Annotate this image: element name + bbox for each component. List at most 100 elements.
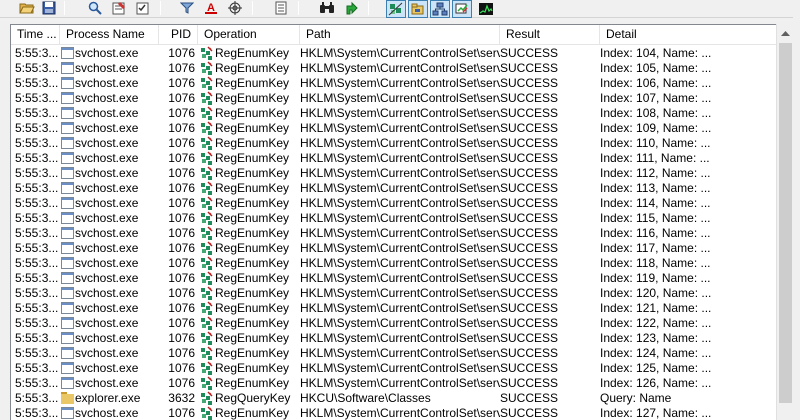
table-row[interactable]: 5:55:3... svchost.exe 1076 RegEnumKey HKLM\S… (11, 181, 776, 196)
cell-operation: RegEnumKey (199, 406, 299, 420)
table-row[interactable]: 5:55:3... svchost.exe 1076 RegEnumKey HKLM\S… (11, 136, 776, 151)
column-operation[interactable]: Operation (198, 25, 300, 45)
vertical-scrollbar[interactable] (776, 24, 793, 420)
column-result[interactable]: Result (500, 25, 600, 45)
registry-operation-icon (199, 196, 214, 211)
binoculars-icon[interactable] (318, 0, 336, 16)
column-detail[interactable]: Detail (600, 25, 776, 45)
column-path[interactable]: Path (300, 25, 500, 45)
cell-path: HKLM\System\CurrentControlSet\servic... (300, 76, 500, 90)
cell-detail: Index: 104, Name: ... (600, 46, 712, 60)
cell-process: svchost.exe (61, 136, 159, 151)
cell-path: HKLM\System\CurrentControlSet\servic... (300, 241, 500, 255)
cell-path: HKLM\System\CurrentControlSet\servic... (300, 181, 500, 195)
cell-operation: RegEnumKey (199, 196, 299, 211)
target-crosshair-icon[interactable] (226, 0, 244, 16)
table-row[interactable]: 5:55:3... svchost.exe 1076 RegEnumKey HKLM\S… (11, 376, 776, 391)
table-row[interactable]: 5:55:3... svchost.exe 1076 RegEnumKey HKLM\S… (11, 106, 776, 121)
highlight-text-icon[interactable]: A (202, 0, 220, 16)
table-row[interactable]: 5:55:3... svchost.exe 1076 RegEnumKey HKLM\S… (11, 76, 776, 91)
cell-detail: Index: 109, Name: ... (600, 121, 712, 135)
cell-operation: RegEnumKey (199, 91, 299, 106)
cell-process: svchost.exe (61, 121, 159, 136)
show-profiling-icon[interactable] (476, 0, 496, 18)
operation-name: RegEnumKey (215, 211, 290, 225)
show-network-icon[interactable] (430, 0, 450, 18)
process-name: svchost.exe (75, 271, 139, 285)
find-icon[interactable] (86, 0, 104, 16)
table-row[interactable]: 5:55:3... svchost.exe 1076 RegEnumKey HKLM\S… (11, 241, 776, 256)
cell-pid: 3632 (168, 391, 195, 405)
highlight-icon[interactable] (110, 0, 128, 16)
table-row[interactable]: 5:55:3... svchost.exe 1076 RegEnumKey HKLM\S… (11, 226, 776, 241)
table-row[interactable]: 5:55:3... svchost.exe 1076 RegEnumKey HKLM\S… (11, 316, 776, 331)
cell-process: svchost.exe (61, 211, 159, 226)
table-row[interactable]: 5:55:3... svchost.exe 1076 RegEnumKey HKLM\S… (11, 211, 776, 226)
cell-result: SUCCESS (500, 241, 559, 255)
table-row[interactable]: 5:55:3... svchost.exe 1076 RegEnumKey HKLM\S… (11, 271, 776, 286)
open-folder-icon[interactable] (18, 0, 36, 16)
cell-detail: Index: 125, Name: ... (600, 361, 712, 375)
show-registry-icon[interactable] (386, 0, 406, 18)
column-pid[interactable]: PID (159, 25, 198, 45)
table-row[interactable]: 5:55:3... svchost.exe 1076 RegEnumKey HKLM\S… (11, 346, 776, 361)
service-process-icon (61, 62, 74, 74)
properties-icon[interactable] (134, 0, 152, 16)
table-row[interactable]: 5:55:3... svchost.exe 1076 RegEnumKey HKLM\S… (11, 121, 776, 136)
filter-icon[interactable] (178, 0, 196, 16)
table-row[interactable]: 5:55:3... svchost.exe 1076 RegEnumKey HKLM\S… (11, 46, 776, 61)
cell-path: HKLM\System\CurrentControlSet\servic... (300, 301, 500, 315)
show-process-icon[interactable] (452, 0, 472, 18)
explorer-folder-icon (61, 392, 74, 404)
scroll-up-arrow-icon[interactable] (777, 24, 794, 41)
toolbar: A (0, 0, 800, 18)
cell-time: 5:55:3... (15, 46, 59, 60)
table-row[interactable]: 5:55:3... svchost.exe 1076 RegEnumKey HKLM\S… (11, 196, 776, 211)
column-process-name[interactable]: Process Name (60, 25, 159, 45)
table-row[interactable]: 5:55:3... svchost.exe 1076 RegEnumKey HKLM\S… (11, 166, 776, 181)
cell-time: 5:55:3... (15, 196, 59, 210)
cell-detail: Index: 114, Name: ... (600, 196, 711, 210)
cell-time: 5:55:3... (15, 316, 59, 330)
table-row[interactable]: 5:55:3... svchost.exe 1076 RegEnumKey HKLM\S… (11, 331, 776, 346)
window-edge (793, 0, 800, 420)
cell-result: SUCCESS (500, 61, 559, 75)
cell-time: 5:55:3... (15, 151, 59, 165)
event-properties-icon[interactable] (272, 0, 290, 16)
registry-operation-icon (199, 91, 214, 106)
table-row[interactable]: 5:55:3... svchost.exe 1076 RegEnumKey HKLM\S… (11, 91, 776, 106)
cell-path: HKLM\System\CurrentControlSet\servic... (300, 406, 500, 420)
table-row[interactable]: 5:55:3... svchost.exe 1076 RegEnumKey HKLM\S… (11, 61, 776, 76)
cell-process: svchost.exe (61, 271, 159, 286)
cell-process: svchost.exe (61, 61, 159, 76)
service-process-icon (61, 167, 74, 179)
jump-icon[interactable] (342, 0, 360, 16)
table-row[interactable]: 5:55:3... svchost.exe 1076 RegEnumKey HKLM\S… (11, 151, 776, 166)
column-time[interactable]: Time ... (11, 25, 60, 45)
cell-pid: 1076 (168, 406, 195, 420)
cell-pid: 1076 (168, 211, 195, 225)
table-row[interactable]: 5:55:3... svchost.exe 1076 RegEnumKey HKLM\S… (11, 256, 776, 271)
save-icon[interactable] (40, 0, 58, 16)
service-process-icon (61, 212, 74, 224)
operation-name: RegEnumKey (215, 256, 290, 270)
cell-path: HKLM\System\CurrentControlSet\servic... (300, 106, 500, 120)
registry-operation-icon (199, 406, 214, 420)
table-row[interactable]: 5:55:3... svchost.exe 1076 RegEnumKey HKLM\S… (11, 361, 776, 376)
table-row[interactable]: 5:55:3... explorer.exe 3632 RegQueryKey HKCU… (11, 391, 776, 406)
cell-detail: Index: 117, Name: ... (600, 241, 711, 255)
event-list[interactable]: Time ... Process Name PID Operation Path… (10, 24, 776, 420)
service-process-icon (61, 92, 74, 104)
cell-path: HKLM\System\CurrentControlSet\servic... (300, 286, 500, 300)
scrollbar-thumb[interactable] (779, 43, 792, 403)
table-row[interactable]: 5:55:3... svchost.exe 1076 RegEnumKey HKLM\S… (11, 406, 776, 420)
process-name: svchost.exe (75, 211, 139, 225)
show-filesystem-icon[interactable] (408, 0, 428, 18)
table-row[interactable]: 5:55:3... svchost.exe 1076 RegEnumKey HKLM\S… (11, 301, 776, 316)
operation-name: RegEnumKey (215, 76, 290, 90)
cell-pid: 1076 (168, 46, 195, 60)
table-row[interactable]: 5:55:3... svchost.exe 1076 RegEnumKey HKLM\S… (11, 286, 776, 301)
process-name: svchost.exe (75, 361, 139, 375)
operation-name: RegEnumKey (215, 166, 290, 180)
operation-name: RegEnumKey (215, 181, 290, 195)
